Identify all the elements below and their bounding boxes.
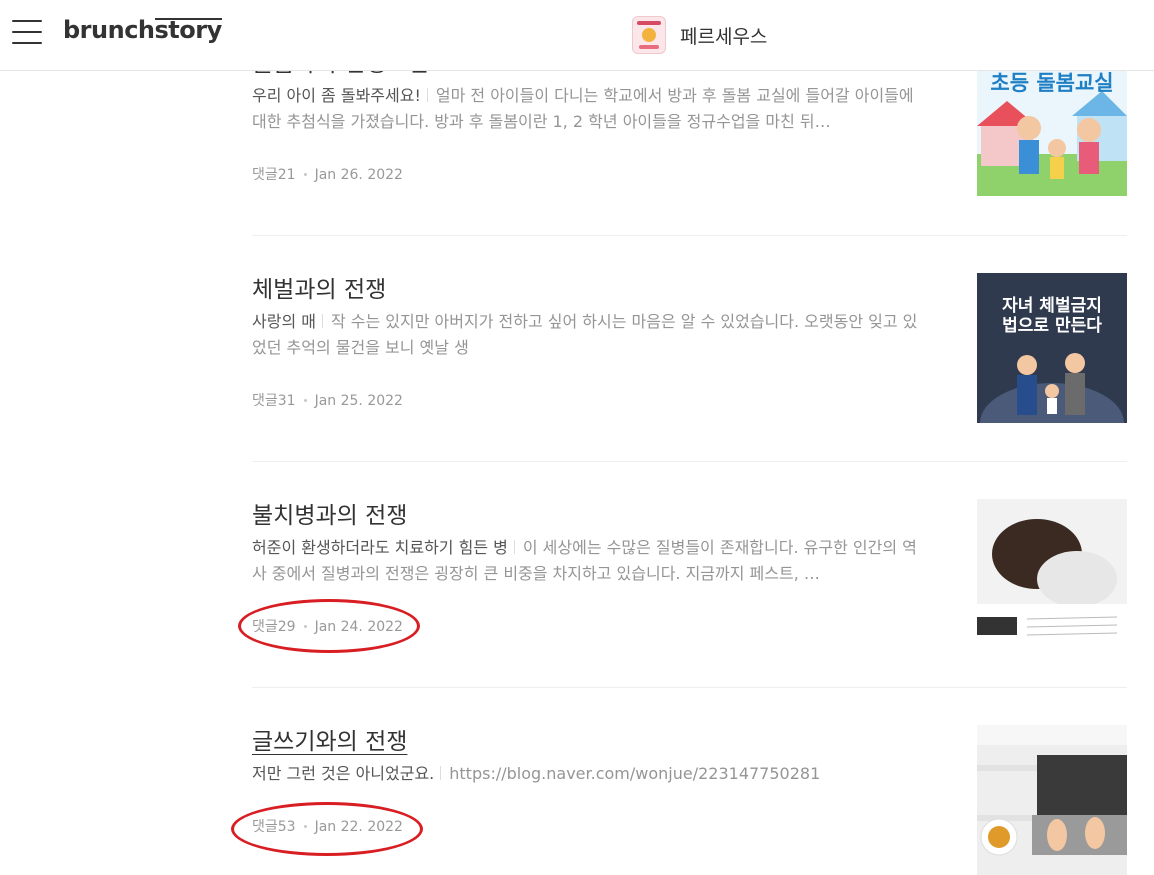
thumb-caption-line1: 자녀 체벌금지 (1002, 296, 1102, 316)
comment-count: 댓글53 (252, 819, 296, 835)
post-excerpt: 작 수는 있지만 아버지가 전하고 싶어 하시는 마음은 알 수 있었습니다. … (252, 312, 918, 357)
thumb-caption-line2: 법으로 만든다 (1002, 316, 1102, 336)
post-subtitle: 허준이 환생하더라도 치료하기 힘든 병 (252, 538, 508, 557)
post-subtitle: 저만 그런 것은 아니었군요. (252, 764, 435, 783)
logo-story: story (154, 16, 223, 44)
author-name: 페르세우스 (680, 25, 768, 48)
post-date: Jan 24. 2022 (314, 619, 403, 635)
post-thumbnail[interactable]: 자녀 체벌금지 법으로 만든다 (977, 273, 1127, 423)
post-description[interactable]: 허준이 환생하더라도 치료하기 힘든 병이 세상에는 수많은 질병들이 존재합니… (252, 535, 924, 587)
author-avatar (632, 16, 666, 54)
post-date: Jan 22. 2022 (314, 819, 403, 835)
post-meta: 댓글53 Jan 22. 2022 (252, 816, 403, 836)
post-title[interactable]: 글쓰기와의 전쟁 (252, 722, 407, 756)
post-meta: 댓글29 Jan 24. 2022 (252, 616, 403, 636)
post-title[interactable]: 체벌과의 전쟁 (252, 270, 386, 304)
post-subtitle: 사랑의 매 (252, 312, 316, 331)
post-meta: 댓글21 Jan 26. 2022 (252, 164, 403, 184)
post-title[interactable]: 불치병과의 전쟁 (252, 496, 407, 530)
comment-count: 댓글29 (252, 619, 296, 635)
comment-count: 댓글21 (252, 167, 296, 183)
hamburger-menu-icon[interactable] (12, 20, 42, 46)
divider (252, 461, 1127, 462)
post-date: Jan 25. 2022 (314, 393, 403, 409)
comment-count: 댓글31 (252, 393, 296, 409)
divider (252, 687, 1127, 688)
post-date: Jan 26. 2022 (314, 167, 403, 183)
post-thumbnail[interactable] (977, 499, 1127, 649)
post-description[interactable]: 사랑의 매작 수는 있지만 아버지가 전하고 싶어 하시는 마음은 알 수 있었… (252, 309, 924, 361)
post-description[interactable]: 저만 그런 것은 아니었군요. https://blog.naver.com/wo… (252, 761, 924, 787)
post-description[interactable]: 우리 아이 좀 돌봐주세요! 얼마 전 아이들이 다니는 학교에서 방과 후 돌봄… (252, 83, 924, 135)
post-meta: 댓글31 Jan 25. 2022 (252, 390, 403, 410)
brunch-logo[interactable]: brunchstory (63, 16, 222, 44)
thumb-caption: 초등 돌봄교실 (990, 71, 1113, 95)
logo-brunch: brunch (63, 16, 155, 44)
post-thumbnail[interactable] (977, 725, 1127, 875)
divider (252, 235, 1127, 236)
author-profile[interactable]: 페르세우스 (632, 16, 767, 54)
top-header: brunchstory 페르세우스 (0, 0, 1154, 71)
post-subtitle: 우리 아이 좀 돌봐주세요! (252, 86, 421, 105)
post-excerpt: https://blog.naver.com/wonjue/2231477502… (449, 764, 821, 783)
